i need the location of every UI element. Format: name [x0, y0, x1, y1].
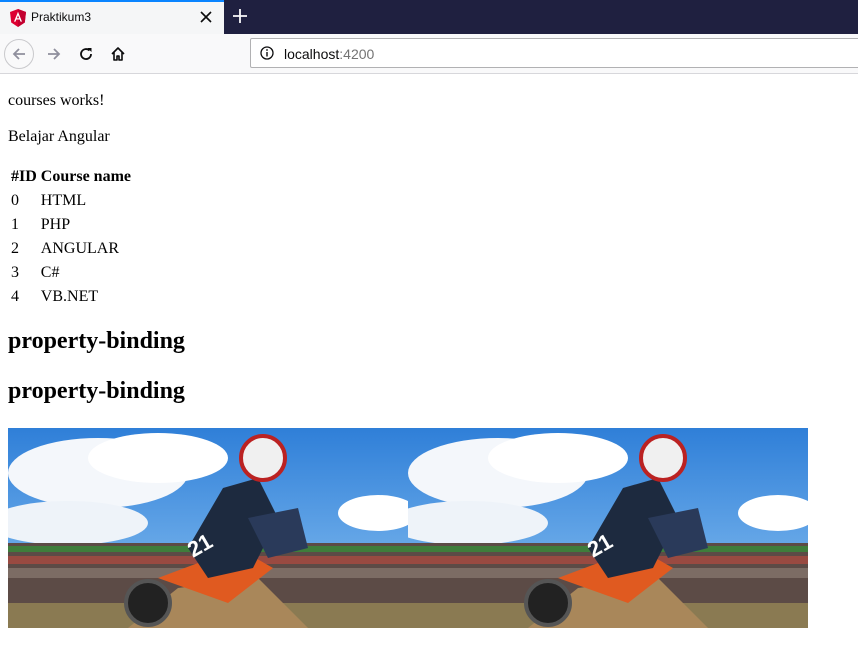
property-binding-heading: property-binding	[8, 328, 185, 354]
tab-strip: Praktikum3	[0, 0, 858, 34]
courses-table: #ID Course name 0 HTML 1 PHP 2 ANGULAR 3…	[8, 164, 134, 310]
table-row: 4 VB.NET	[10, 286, 132, 308]
table-row: 0 HTML	[10, 190, 132, 212]
reload-icon	[80, 48, 92, 60]
course-id: 2	[11, 240, 19, 257]
course-name: PHP	[40, 216, 71, 233]
reload-button[interactable]	[70, 38, 102, 70]
course-id: 0	[11, 192, 19, 209]
table-row: 2 ANGULAR	[10, 238, 132, 260]
table-header-row: #ID Course name	[10, 166, 132, 188]
url-text[interactable]: localhost:4200	[284, 46, 374, 62]
course-name: C#	[40, 264, 60, 281]
column-header-course-name: Course name	[40, 168, 131, 185]
course-name: VB.NET	[40, 288, 99, 305]
tab-title: Praktikum3	[31, 10, 92, 24]
motocross-photo: 21	[408, 428, 808, 628]
angular-icon	[10, 9, 26, 27]
course-id: 1	[11, 216, 19, 233]
course-id: 3	[11, 264, 19, 281]
home-button[interactable]	[102, 38, 134, 70]
image-row: 21 21	[8, 428, 808, 628]
property-binding-heading: property-binding	[8, 378, 185, 404]
table-row: 1 PHP	[10, 214, 132, 236]
courses-works-text: courses works!	[8, 92, 105, 109]
arrow-right-icon	[48, 48, 61, 60]
course-name: ANGULAR	[40, 240, 119, 257]
navigation-toolbar: localhost:4200	[0, 34, 858, 74]
url-bar[interactable]: localhost:4200	[250, 38, 858, 68]
page-subtitle: Belajar Angular	[8, 128, 110, 145]
tab-praktikum3[interactable]: Praktikum3	[0, 0, 224, 34]
course-name: HTML	[40, 192, 87, 209]
url-host: localhost	[284, 46, 340, 62]
column-header-id: #ID	[11, 168, 37, 185]
url-port: :4200	[339, 46, 375, 62]
close-icon[interactable]	[199, 10, 213, 24]
course-id: 4	[11, 288, 19, 305]
new-tab-icon[interactable]	[232, 8, 248, 24]
table-row: 3 C#	[10, 262, 132, 284]
home-icon	[111, 47, 125, 61]
forward-button[interactable]	[38, 38, 70, 70]
info-icon[interactable]	[260, 46, 274, 60]
back-button[interactable]	[4, 39, 34, 69]
arrow-left-icon	[12, 48, 25, 60]
motocross-photo: 21	[8, 428, 408, 628]
